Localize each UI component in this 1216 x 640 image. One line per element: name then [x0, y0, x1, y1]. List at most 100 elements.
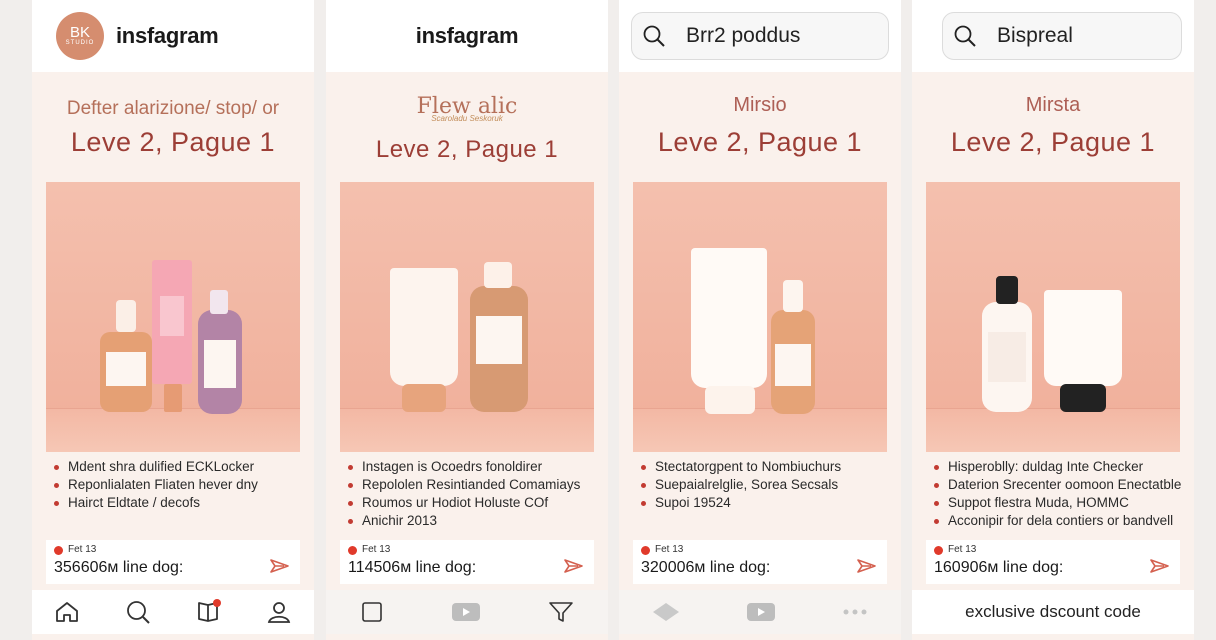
search-input[interactable]: Bispreal — [997, 24, 1073, 48]
list-item: Stectatorgpent to Nombiuchurs — [641, 458, 895, 476]
post-headline: Leve 2, Pague 1 — [657, 127, 863, 157]
search-input[interactable]: Brr2 poddus — [686, 24, 800, 48]
bottle-label — [106, 352, 146, 386]
avatar-initials: BK — [69, 24, 90, 41]
bottom-nav — [32, 590, 314, 634]
tube-label — [160, 296, 184, 336]
home-icon[interactable] — [54, 600, 80, 624]
square-icon[interactable] — [360, 600, 384, 624]
diamond-icon[interactable] — [652, 602, 680, 622]
list-item: Suepaialrelglie, Sorea Secsals — [641, 476, 895, 494]
post-panel-4: Bispreal Mirsta Leve 2, Pague 1 Hisperob… — [912, 0, 1194, 640]
post-header: Defter alarizione/ stop/ or Leve 2, Pagu… — [32, 72, 314, 182]
list-item: Daterion Srecenter oomoon Enectatble — [934, 476, 1188, 494]
dropper-top — [783, 280, 803, 312]
bottom-nav — [326, 590, 608, 634]
white-tube-cap — [402, 384, 446, 412]
live-dot — [348, 546, 357, 555]
profile-icon[interactable] — [266, 599, 292, 625]
black-tube-cap — [1060, 384, 1106, 412]
post-header: Flew alic Scaroladu Seskoruk Leve 2, Pag… — [326, 72, 608, 182]
lavender-bottle — [198, 310, 242, 414]
product-photo[interactable] — [633, 182, 887, 452]
search-bar[interactable]: Brr2 poddus — [631, 12, 889, 60]
promo-date: Fet 13 — [362, 544, 391, 555]
amber-bottle-cap — [116, 300, 136, 332]
list-item: Hairct Eldtate / decofs — [54, 494, 308, 512]
promo-card[interactable]: Fet 13 356606м line dog: — [46, 540, 300, 584]
promo-card[interactable]: Fet 13 320006м line dog: — [633, 540, 887, 584]
search-icon — [954, 25, 976, 47]
more-icon[interactable] — [842, 608, 868, 616]
live-dot — [641, 546, 650, 555]
photo-floor — [926, 408, 1180, 452]
send-icon[interactable] — [1150, 558, 1170, 574]
avatar-subtext: STUDIO — [65, 40, 95, 46]
promo-date: Fet 13 — [655, 544, 684, 555]
pink-tube — [152, 260, 192, 384]
search-bar[interactable]: Bispreal — [942, 12, 1182, 60]
post-headline: Leve 2, Pague 1 — [950, 127, 1156, 157]
live-dot — [934, 546, 943, 555]
send-icon[interactable] — [857, 558, 877, 574]
app-title: insfagram — [116, 23, 219, 48]
list-item: Acconipir for dela contiers or bandvell — [934, 512, 1188, 530]
white-tube — [1044, 290, 1122, 386]
post-subtitle: Defter alarizione/ stop/ or — [66, 98, 280, 119]
filter-icon[interactable] — [548, 600, 574, 624]
top-bar: insfagram — [326, 0, 608, 72]
feature-list: Mdent shra dulified ECKLocker Reponliala… — [54, 458, 308, 512]
video-icon[interactable] — [746, 601, 776, 623]
list-item: Supoi 19524 — [641, 494, 895, 512]
post-panel-2: insfagram Flew alic Scaroladu Seskoruk L… — [326, 0, 608, 640]
promo-date: Fet 13 — [948, 544, 977, 555]
white-pump-bottle — [982, 302, 1032, 412]
amber-bottle — [100, 332, 152, 412]
amber-serum-bottle — [771, 310, 815, 414]
product-photo[interactable] — [340, 182, 594, 452]
promo-count: 114506м line dog: — [348, 559, 477, 576]
photo-floor — [633, 408, 887, 452]
promo-count: 160906м line dog: — [934, 559, 1064, 576]
send-icon[interactable] — [270, 558, 290, 574]
product-photo[interactable] — [46, 182, 300, 452]
discount-code-button[interactable]: exclusive dscount code — [965, 602, 1141, 622]
search-icon[interactable] — [125, 599, 151, 625]
pump-head — [484, 262, 512, 288]
post-panel-1: BK STUDIO insfagram Defter alarizione/ s… — [32, 0, 314, 640]
lavender-pump — [210, 290, 228, 314]
feature-list: Hisperoblly: duldag Inte Checker Daterio… — [934, 458, 1188, 530]
promo-card[interactable]: Fet 13 114506м line dog: — [340, 540, 594, 584]
search-icon — [643, 25, 665, 47]
bottom-nav: exclusive dscount code — [912, 590, 1194, 634]
white-tube — [691, 248, 767, 388]
top-bar: BK STUDIO insfagram — [32, 0, 314, 72]
feature-list: Stectatorgpent to Nombiuchurs Suepaialre… — [641, 458, 895, 512]
product-photo[interactable] — [926, 182, 1180, 452]
post-panel-3: Brr2 poddus Mirsio Leve 2, Pague 1 Stect… — [619, 0, 901, 640]
amber-pump-bottle — [470, 286, 528, 412]
black-pump — [996, 276, 1018, 304]
bookmark-icon[interactable] — [195, 599, 222, 625]
list-item: Repololen Resintianded Comamiays — [348, 476, 602, 494]
video-icon[interactable] — [451, 601, 481, 623]
post-subtitle: Mirsio — [733, 94, 787, 116]
promo-count: 356606м line dog: — [54, 559, 184, 576]
promo-count: 320006м line dog: — [641, 559, 771, 576]
bottle-label — [988, 332, 1026, 382]
list-item: Instagen is Ocoedrs fonoldirer — [348, 458, 602, 476]
post-header: Mirsio Leve 2, Pague 1 — [619, 72, 901, 182]
top-bar: Bispreal — [912, 0, 1194, 72]
avatar[interactable]: BK STUDIO — [56, 12, 104, 60]
list-item: Roumos ur Hodiot Holuste COf — [348, 494, 602, 512]
promo-card[interactable]: Fet 13 160906м line dog: — [926, 540, 1180, 584]
feature-list: Instagen is Ocoedrs fonoldirer Repololen… — [348, 458, 602, 530]
pink-tube-cap — [164, 384, 182, 412]
bottom-nav — [619, 590, 901, 634]
white-tube-cap — [705, 386, 755, 414]
list-item: Reponlialaten Fliaten hever dny — [54, 476, 308, 494]
list-item: Mdent shra dulified ECKLocker — [54, 458, 308, 476]
photo-floor — [46, 408, 300, 452]
send-icon[interactable] — [564, 558, 584, 574]
list-item: Anichir 2013 — [348, 512, 602, 530]
